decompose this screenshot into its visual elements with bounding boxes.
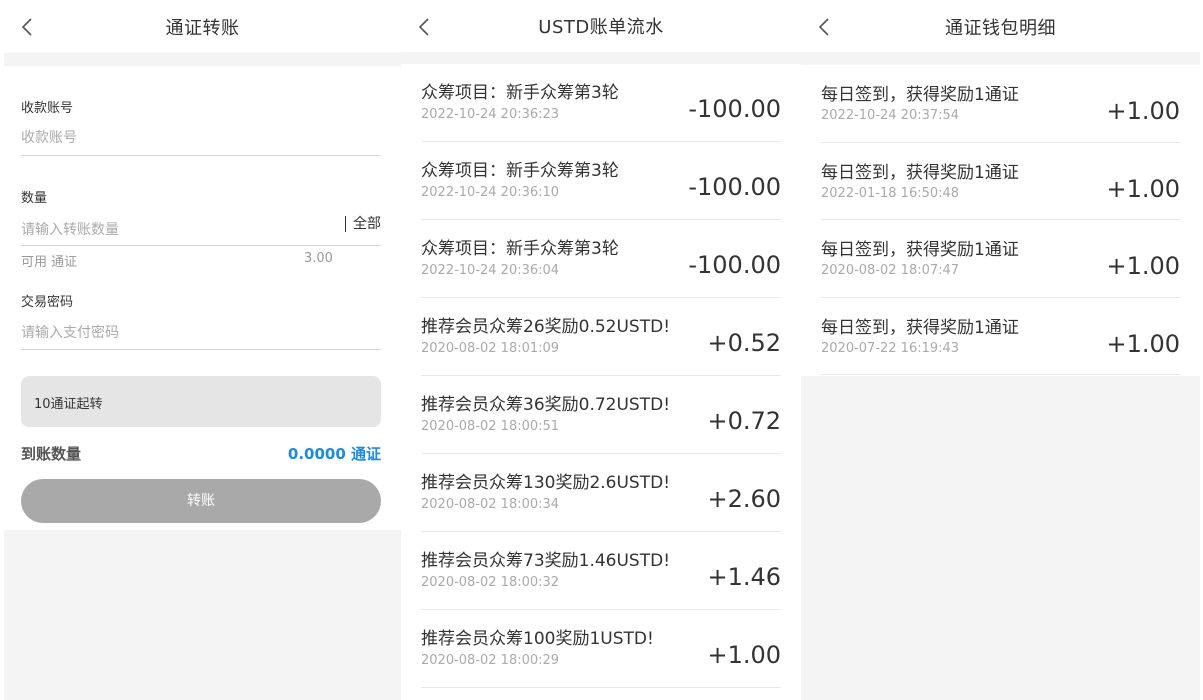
qty-label: 数量 [21, 191, 48, 206]
ledger-list: 众筹项目：新手众筹第3轮 2022-10-24 20:36:23 -100.00… [401, 64, 801, 688]
item-amount: +1.00 [1106, 97, 1180, 125]
item-amount: +1.00 [1106, 329, 1180, 358]
list-item[interactable]: 推荐会员众筹100奖励1USTD! 2020-08-02 18:00:29 +1… [421, 610, 781, 688]
wallet-list: 每日签到，获得奖励1通证 2022-10-24 20:37:54 +1.00 每… [801, 65, 1200, 375]
transfer-form: 收款账号 收款账号 数量 请输入转账数量 全部 可用 通证 3.00 交易密码 … [4, 66, 401, 530]
list-item[interactable]: 每日签到，获得奖励1通证 2022-10-24 20:37:54 +1.00 [821, 65, 1180, 143]
item-date: 2020-08-02 18:00:51 [421, 419, 560, 434]
item-amount: -100.00 [688, 251, 781, 279]
item-amount: +1.00 [707, 641, 781, 669]
item-text: 每日签到，获得奖励1通证 [821, 317, 1019, 338]
pwd-label: 交易密码 [21, 295, 74, 310]
page-title: USTD账单流水 [538, 17, 664, 38]
receive-label: 到账数量 [21, 445, 82, 463]
item-text: 众筹项目：新手众筹第3轮 [421, 161, 619, 181]
header: 通证钱包明细 [801, 0, 1200, 52]
item-text: 众筹项目：新手众筹第3轮 [421, 83, 619, 103]
header-gap [401, 52, 801, 64]
header: USTD账单流水 [401, 0, 801, 52]
item-date: 2020-08-02 18:00:29 [421, 653, 560, 668]
payee-label: 收款账号 [21, 101, 74, 116]
payee-input[interactable]: 收款账号 [21, 127, 77, 147]
divider [21, 349, 381, 350]
item-date: 2020-08-02 18:01:09 [421, 341, 560, 356]
item-amount: +0.52 [707, 329, 781, 357]
notice-text: 10通证起转 [34, 397, 103, 412]
item-amount: +1.46 [707, 563, 781, 591]
page-title: 通证转账 [165, 18, 240, 39]
item-text: 众筹项目：新手众筹第3轮 [421, 239, 619, 259]
min-transfer-notice: 10通证起转 [21, 376, 381, 427]
item-text: 推荐会员众筹73奖励1.46USTD! [421, 551, 671, 571]
ustd-ledger-screen: USTD账单流水 众筹项目：新手众筹第3轮 2022-10-24 20:36:2… [401, 0, 801, 700]
all-button[interactable]: 全部 [345, 216, 381, 232]
item-date: 2022-10-24 20:36:10 [421, 185, 560, 200]
item-date: 2020-08-02 18:00:32 [421, 575, 560, 590]
item-date: 2022-10-24 20:37:54 [821, 108, 960, 123]
receive-value: 0.0000 通证 [287, 445, 381, 463]
item-date: 2022-01-18 16:50:48 [821, 185, 960, 201]
available-label: 可用 通证 [21, 255, 78, 270]
item-date: 2020-08-02 18:00:34 [421, 497, 560, 512]
item-amount: -100.00 [688, 173, 781, 201]
pwd-input[interactable]: 请输入支付密码 [21, 322, 119, 342]
list-item[interactable]: 众筹项目：新手众筹第3轮 2022-10-24 20:36:04 -100.00 [421, 220, 781, 298]
item-amount: +2.60 [707, 485, 781, 513]
list-item[interactable]: 推荐会员众筹73奖励1.46USTD! 2020-08-02 18:00:32 … [421, 532, 781, 610]
list-item[interactable]: 推荐会员众筹130奖励2.6USTD! 2020-08-02 18:00:34 … [421, 454, 781, 532]
header: 通证转账 [4, 0, 401, 53]
item-text: 推荐会员众筹130奖励2.6USTD! [421, 473, 671, 493]
item-amount: +0.72 [707, 407, 781, 435]
list-item[interactable]: 众筹项目：新手众筹第3轮 2022-10-24 20:36:10 -100.00 [421, 142, 781, 220]
list-item[interactable]: 众筹项目：新手众筹第3轮 2022-10-24 20:36:23 -100.00 [421, 64, 781, 142]
transfer-button[interactable]: 转账 [21, 479, 381, 523]
item-date: 2020-08-02 18:07:47 [821, 263, 960, 278]
screenshot-collage: 通证转账 收款账号 收款账号 数量 请输入转账数量 全部 可用 通证 3.00 … [0, 0, 1203, 700]
divider [21, 155, 381, 156]
item-amount: +1.00 [1106, 252, 1180, 280]
list-item[interactable]: 每日签到，获得奖励1通证 2022-01-18 16:50:48 +1.00 [821, 143, 1180, 220]
transfer-screen: 通证转账 收款账号 收款账号 数量 请输入转账数量 全部 可用 通证 3.00 … [4, 0, 401, 700]
item-date: 2020-07-22 16:19:43 [821, 340, 960, 356]
page-title: 通证钱包明细 [945, 18, 1056, 39]
divider [21, 245, 381, 246]
item-amount: +1.00 [1106, 174, 1180, 203]
item-text: 推荐会员众筹36奖励0.72USTD! [421, 395, 671, 415]
item-text: 每日签到，获得奖励1通证 [821, 85, 1019, 105]
wallet-detail-screen: 通证钱包明细 每日签到，获得奖励1通证 2022-10-24 20:37:54 … [801, 0, 1200, 700]
item-text: 每日签到，获得奖励1通证 [821, 240, 1019, 260]
item-amount: -100.00 [688, 95, 781, 123]
item-text: 推荐会员众筹26奖励0.52USTD! [421, 317, 671, 337]
list-item[interactable]: 推荐会员众筹36奖励0.72USTD! 2020-08-02 18:00:51 … [421, 376, 781, 454]
qty-input[interactable]: 请输入转账数量 [21, 219, 119, 239]
list-item[interactable]: 每日签到，获得奖励1通证 2020-08-02 18:07:47 +1.00 [821, 220, 1180, 298]
item-text: 推荐会员众筹100奖励1USTD! [421, 629, 654, 649]
item-date: 2022-10-24 20:36:04 [421, 263, 560, 278]
available-value: 3.00 [304, 251, 333, 266]
item-date: 2022-10-24 20:36:23 [421, 107, 560, 122]
item-text: 每日签到，获得奖励1通证 [821, 162, 1019, 183]
list-item[interactable]: 每日签到，获得奖励1通证 2020-07-22 16:19:43 +1.00 [821, 298, 1180, 375]
list-item[interactable]: 推荐会员众筹26奖励0.52USTD! 2020-08-02 18:01:09 … [421, 298, 781, 376]
